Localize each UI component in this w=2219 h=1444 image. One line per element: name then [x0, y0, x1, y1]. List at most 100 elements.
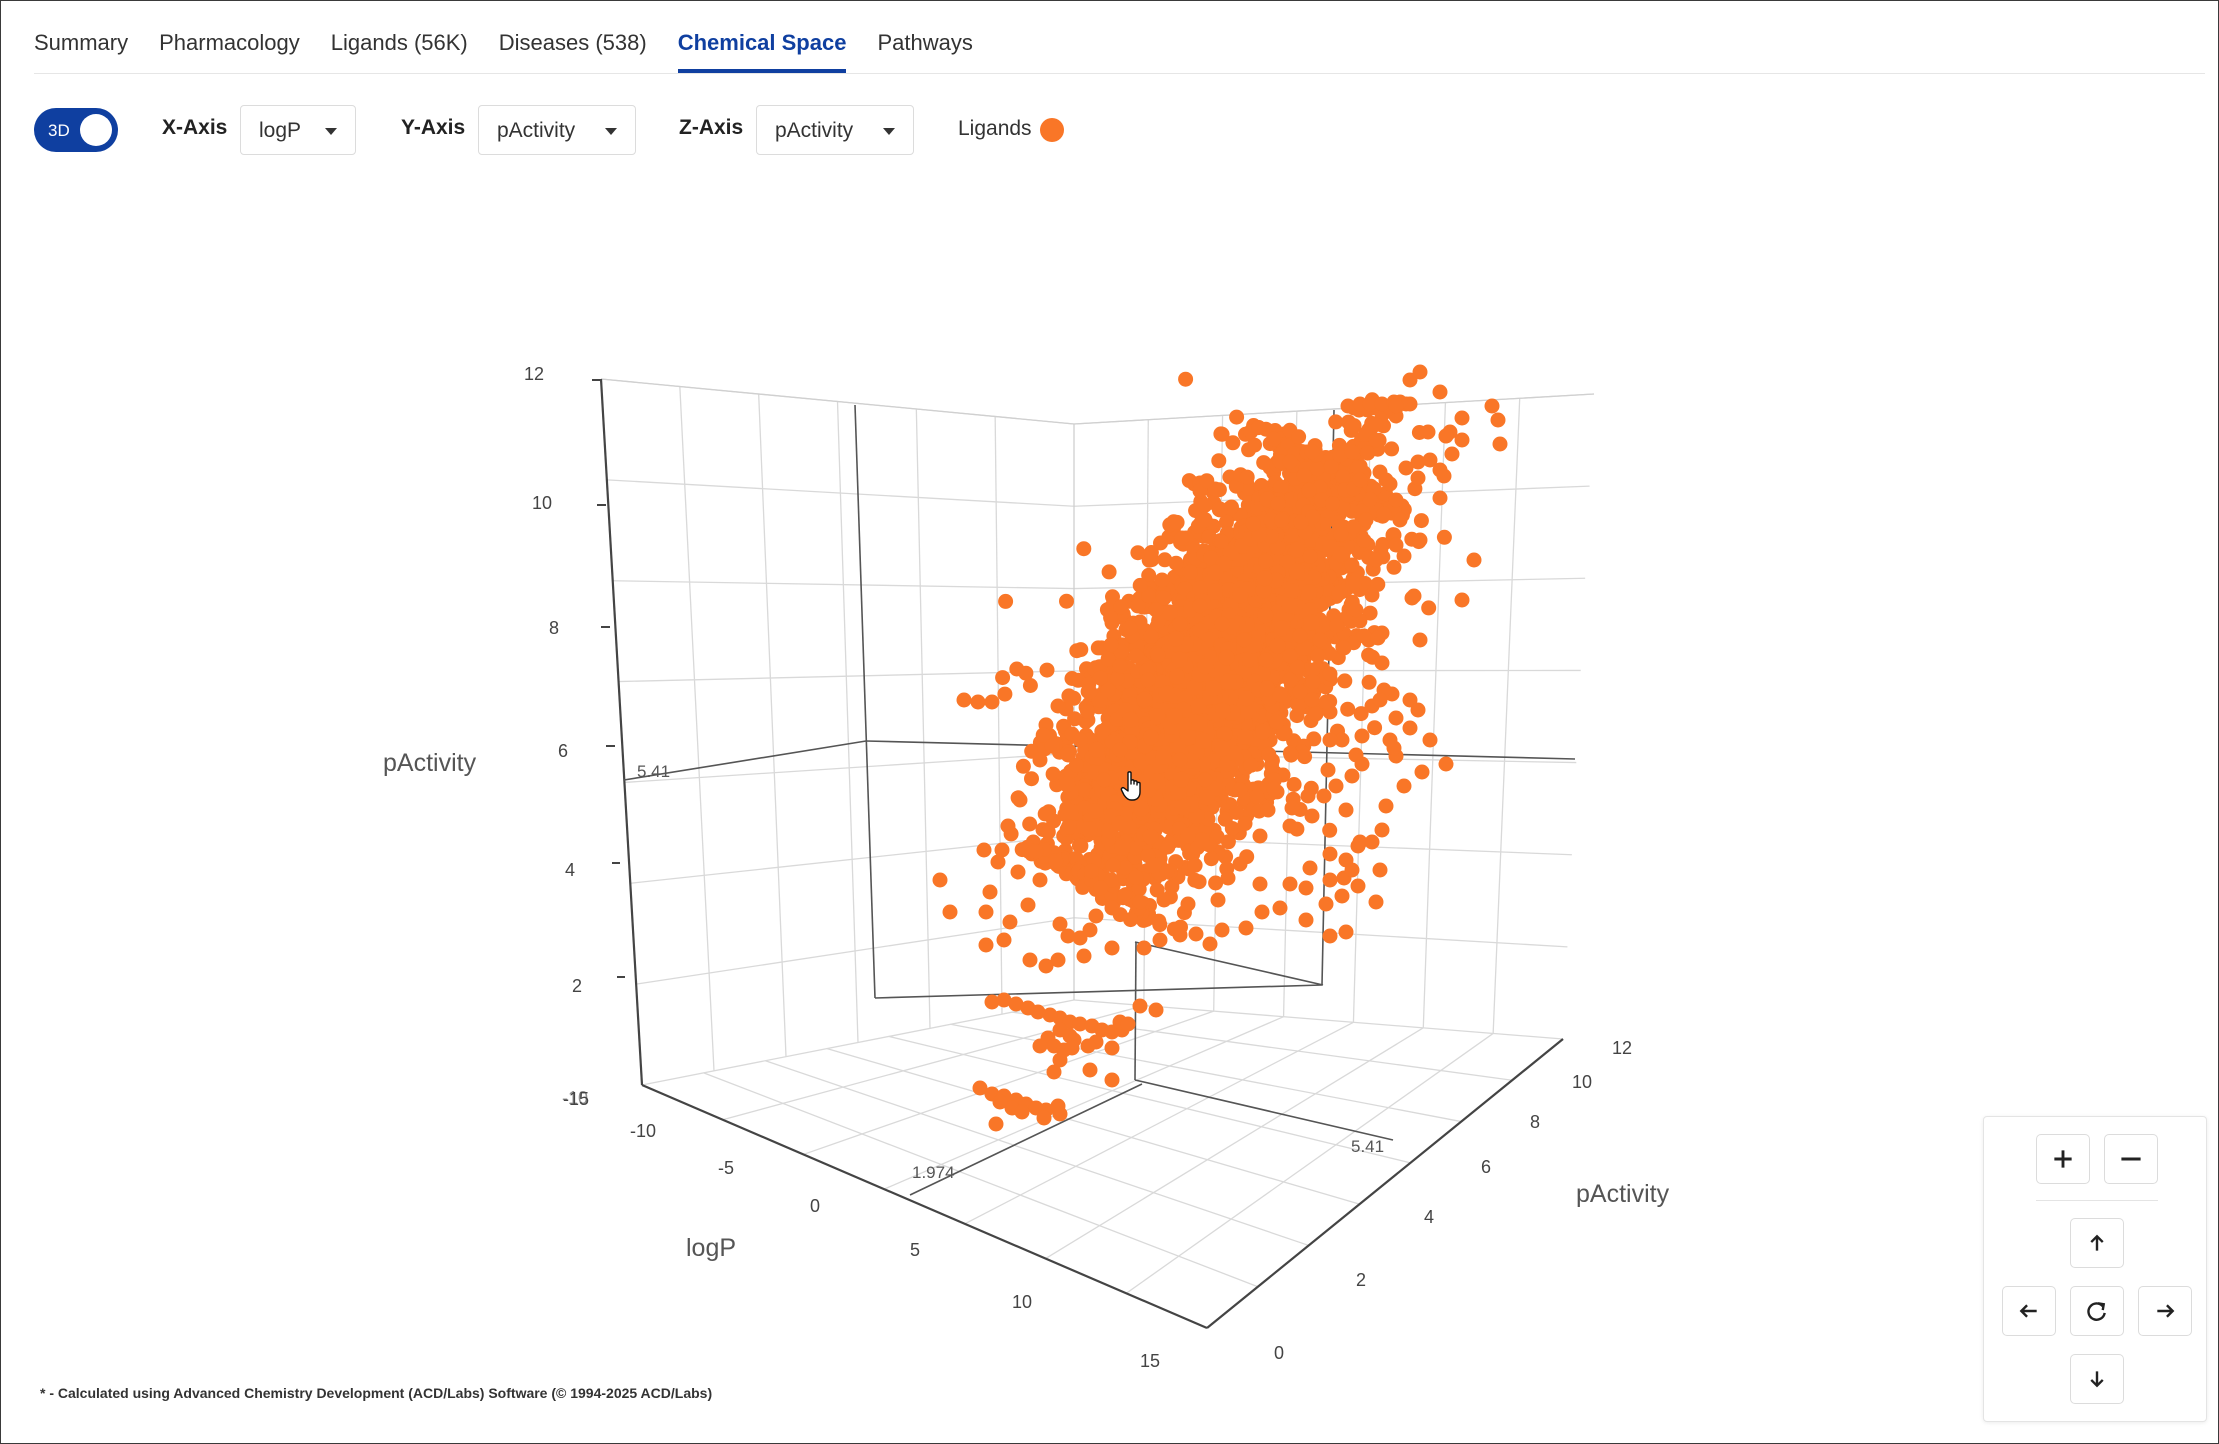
scatter-point[interactable] [1046, 1064, 1062, 1080]
scatter-point[interactable] [1114, 839, 1131, 856]
scatter-point[interactable] [1088, 741, 1105, 758]
scatter-point[interactable] [1187, 872, 1203, 888]
scatter-point[interactable] [1272, 900, 1288, 916]
scatter-point[interactable] [1301, 584, 1318, 601]
scatter-point[interactable] [1310, 648, 1326, 664]
scatter-point[interactable] [1142, 729, 1159, 746]
scatter-point[interactable] [1410, 470, 1426, 486]
scatter-point[interactable] [1410, 702, 1426, 718]
scatter-point[interactable] [1245, 516, 1261, 532]
scatter-point[interactable] [1396, 548, 1412, 564]
scatter-point[interactable] [1002, 914, 1018, 930]
scatter-point[interactable] [1122, 711, 1139, 728]
scatter-point[interactable] [1335, 469, 1351, 485]
scatter-point[interactable] [1087, 803, 1104, 819]
scatter-point[interactable] [1036, 1110, 1052, 1126]
scatter-point[interactable] [1180, 729, 1197, 746]
scatter-point[interactable] [1308, 706, 1324, 722]
scatter-point[interactable] [1344, 418, 1360, 434]
scatter-point[interactable] [1172, 616, 1188, 632]
scatter-point[interactable] [1022, 816, 1038, 832]
scatter-point[interactable] [1113, 599, 1129, 615]
scatter-point[interactable] [1096, 772, 1112, 788]
scatter-point[interactable] [1283, 583, 1300, 599]
scatter-point[interactable] [1229, 805, 1244, 820]
scatter-point[interactable] [1205, 680, 1222, 697]
scatter-point[interactable] [1352, 834, 1368, 850]
zoom-in-button[interactable] [2036, 1134, 2090, 1184]
scatter-point[interactable] [1257, 607, 1274, 624]
scatter-point[interactable] [1156, 892, 1172, 908]
scatter-point[interactable] [1076, 948, 1092, 964]
scatter-point[interactable] [1444, 446, 1460, 462]
scatter-point[interactable] [1258, 652, 1274, 668]
scatter-point[interactable] [984, 694, 1000, 710]
scatter-point[interactable] [1388, 492, 1404, 508]
chemical-space-3d-chart[interactable]: pActivity logP pActivity 5.41 1.974 5.41… [0, 0, 2219, 1444]
scatter-point[interactable] [1352, 472, 1368, 488]
scatter-point[interactable] [1218, 649, 1235, 666]
scatter-point[interactable] [1368, 552, 1384, 568]
scatter-point[interactable] [1028, 844, 1044, 860]
scatter-point[interactable] [1274, 620, 1290, 637]
scatter-point[interactable] [997, 686, 1013, 702]
scatter-point[interactable] [1149, 773, 1166, 790]
scatter-point[interactable] [932, 872, 948, 888]
scatter-point[interactable] [1112, 658, 1128, 674]
scatter-point[interactable] [1254, 904, 1270, 920]
scatter-point[interactable] [1370, 630, 1386, 646]
scatter-point[interactable] [1112, 742, 1128, 758]
scatter-point[interactable] [1378, 798, 1394, 814]
scatter-point[interactable] [1492, 436, 1508, 452]
scatter-point[interactable] [1232, 782, 1248, 798]
scatter-point[interactable] [1193, 832, 1210, 849]
scatter-point[interactable] [1348, 602, 1364, 618]
scatter-point[interactable] [1088, 908, 1104, 924]
scatter-point[interactable] [1174, 530, 1190, 546]
scatter-point[interactable] [1338, 924, 1354, 940]
scatter-point[interactable] [1084, 863, 1099, 879]
scatter-point[interactable] [1229, 409, 1245, 425]
scatter-point[interactable] [1020, 897, 1036, 913]
scatter-point[interactable] [1232, 856, 1248, 872]
scatter-point[interactable] [1122, 620, 1138, 636]
scatter-point[interactable] [1256, 455, 1272, 471]
scatter-point[interactable] [1322, 846, 1338, 862]
scatter-point[interactable] [1152, 932, 1168, 948]
scatter-point[interactable] [1148, 602, 1164, 618]
scatter-point[interactable] [956, 692, 972, 708]
scatter-point[interactable] [1132, 998, 1148, 1014]
scatter-point[interactable] [1237, 728, 1254, 745]
scatter-point[interactable] [1412, 632, 1428, 648]
scatter-point[interactable] [1241, 651, 1258, 668]
scatter-point[interactable] [1288, 541, 1305, 558]
scatter-point[interactable] [1361, 674, 1377, 690]
scatter-point[interactable] [1104, 1072, 1120, 1088]
scatter-point[interactable] [1322, 666, 1338, 682]
scatter-point[interactable] [1214, 740, 1231, 757]
scatter-point[interactable] [1274, 512, 1290, 528]
scatter-point[interactable] [1220, 870, 1236, 886]
scatter-point[interactable] [1374, 822, 1390, 838]
scatter-point[interactable] [1032, 752, 1048, 768]
scatter-point[interactable] [1298, 912, 1314, 928]
scatter-point[interactable] [1252, 876, 1268, 892]
scatter-point[interactable] [1466, 552, 1482, 568]
scatter-point[interactable] [1143, 628, 1159, 644]
scatter-point[interactable] [1059, 593, 1074, 609]
scatter-point[interactable] [1422, 732, 1438, 748]
scatter-point[interactable] [1080, 704, 1095, 719]
scatter-point[interactable] [1082, 1062, 1098, 1078]
scatter-point[interactable] [1318, 694, 1334, 710]
scatter-point[interactable] [1064, 1040, 1080, 1056]
scatter-point[interactable] [1334, 888, 1350, 904]
scatter-point[interactable] [1288, 563, 1305, 580]
scatter-point[interactable] [1150, 647, 1166, 663]
scatter-point[interactable] [1169, 514, 1185, 530]
scatter-point[interactable] [1155, 748, 1172, 765]
scatter-point[interactable] [1188, 926, 1204, 942]
scatter-point[interactable] [1174, 799, 1191, 816]
scatter-point[interactable] [1266, 431, 1282, 447]
pan-left-button[interactable] [2002, 1286, 2056, 1336]
scatter-point[interactable] [1199, 789, 1216, 806]
